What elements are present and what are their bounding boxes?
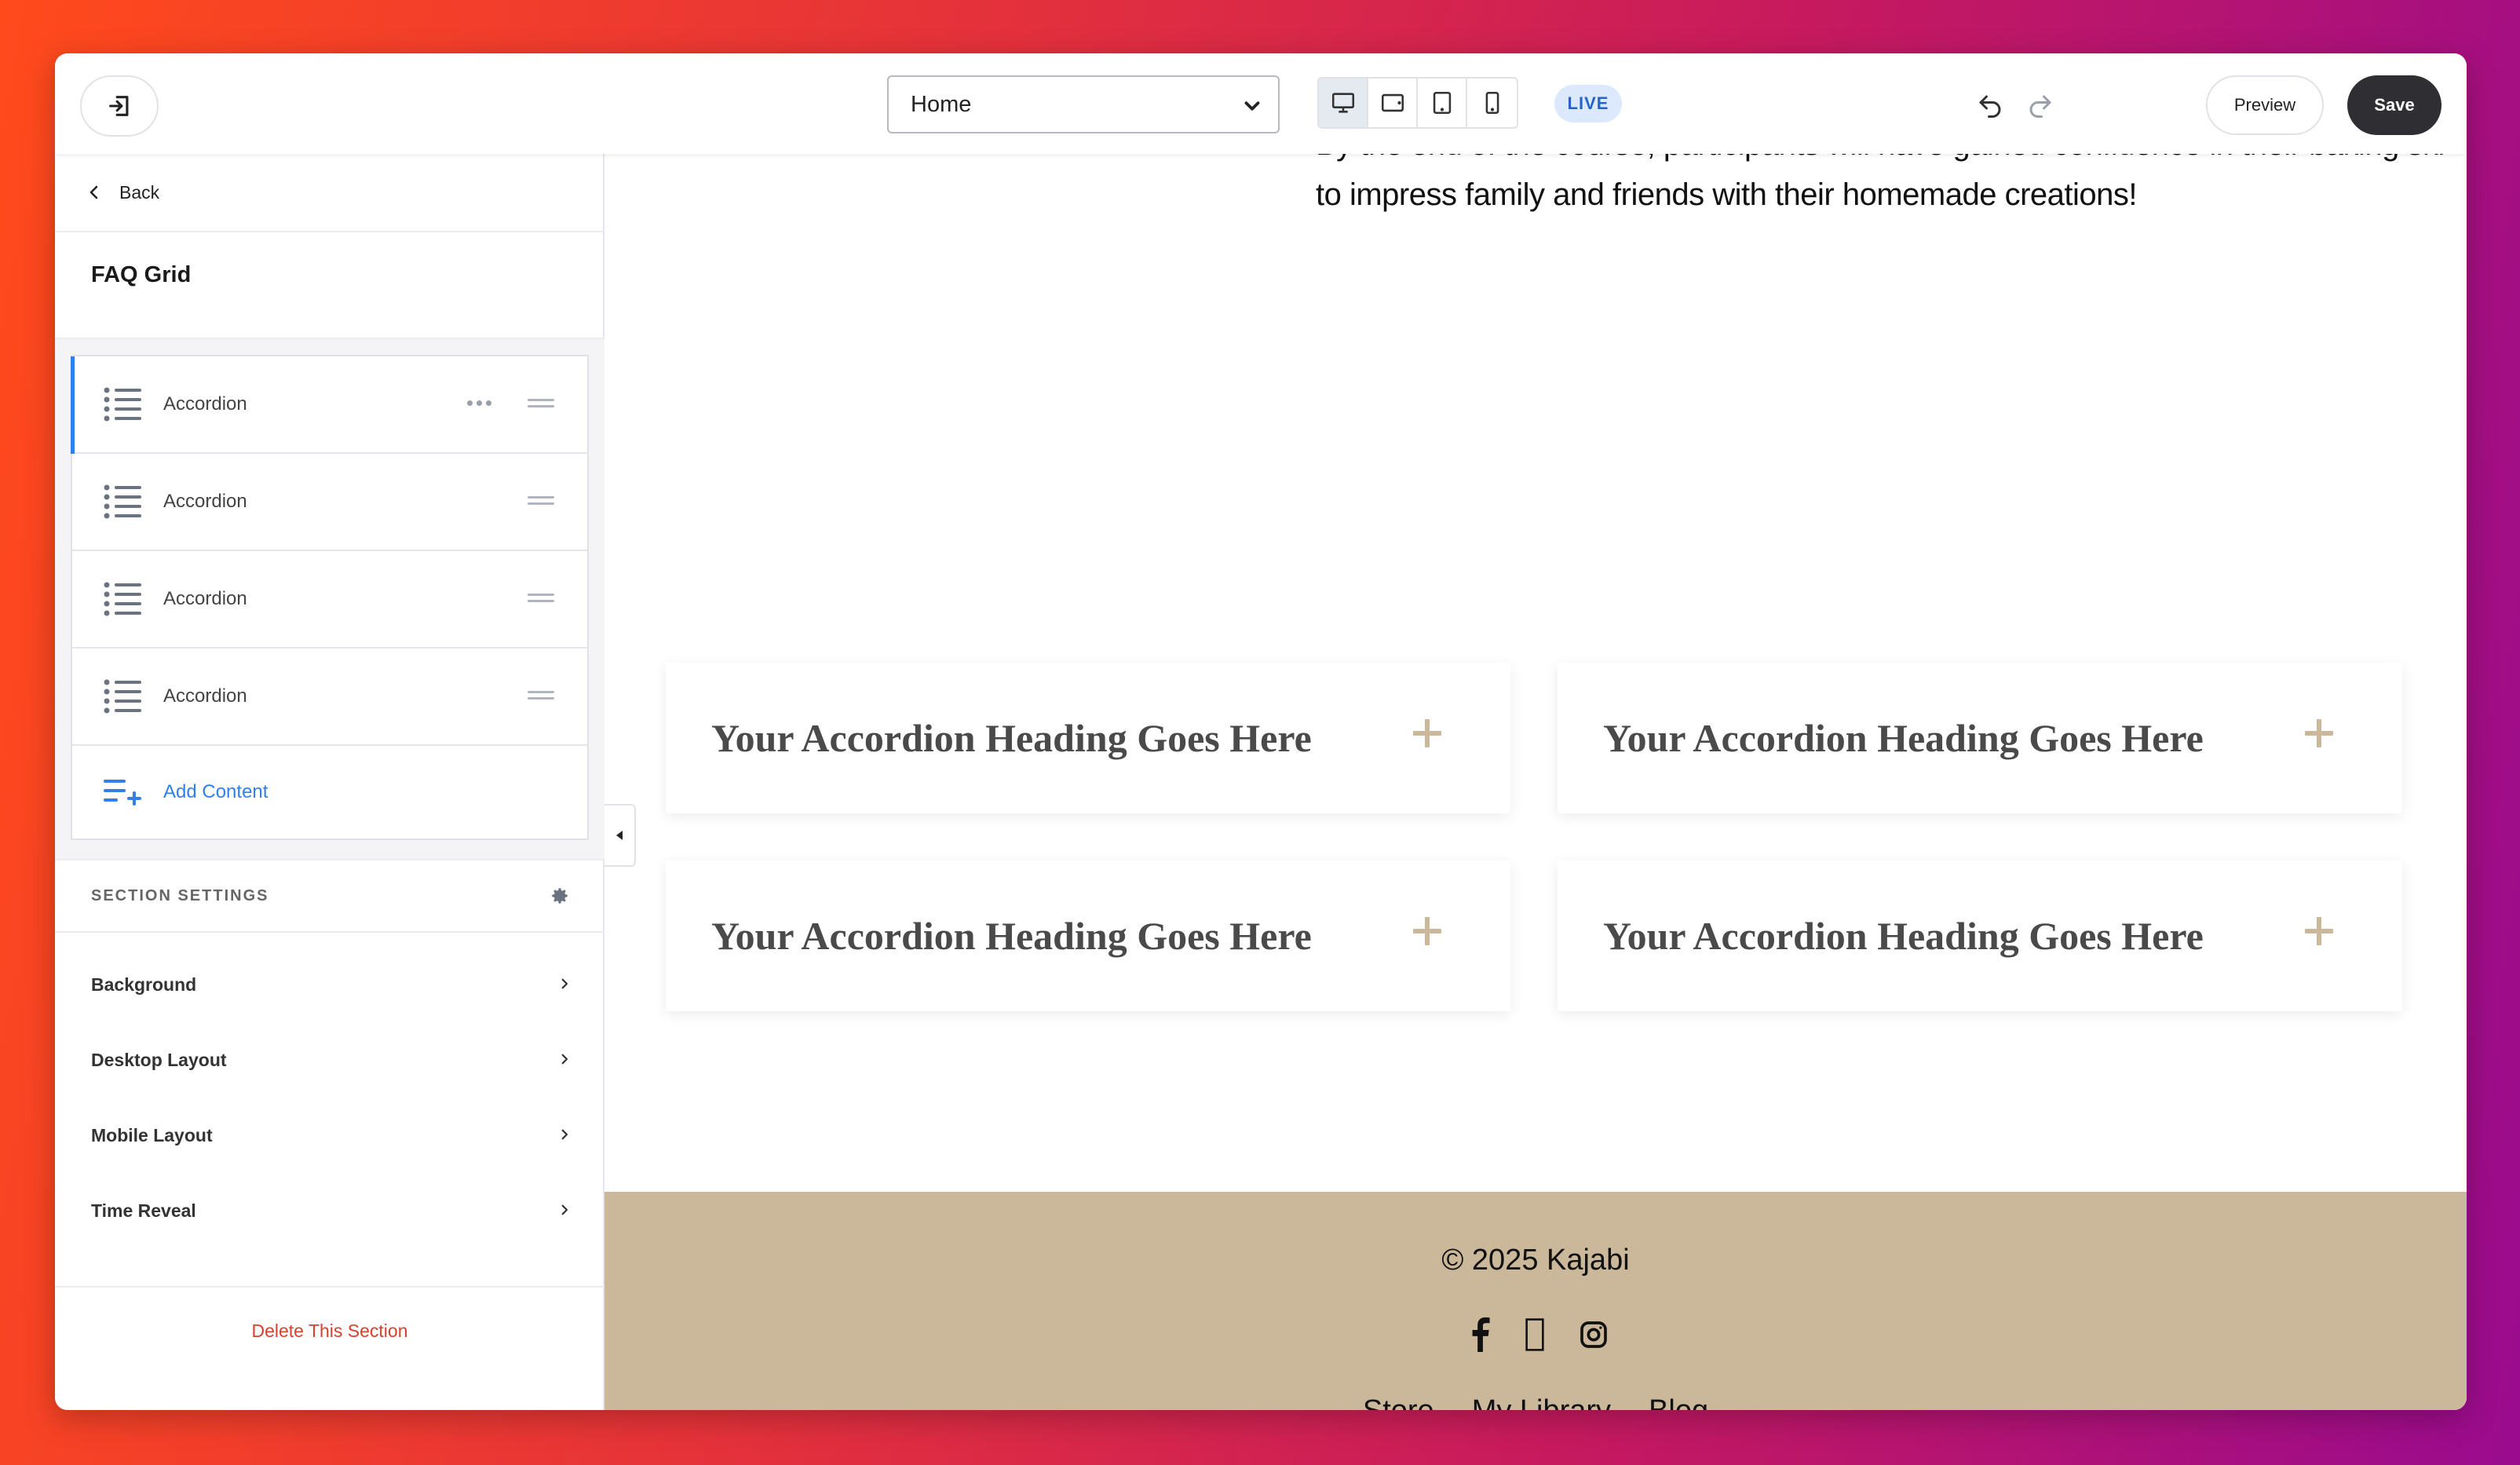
paragraph-line: to impress family and friends with their…	[1316, 177, 2138, 212]
plus-icon[interactable]	[1412, 915, 1443, 947]
plus-icon[interactable]	[1412, 718, 1443, 749]
facebook-icon[interactable]	[1468, 1317, 1492, 1352]
editor-sidebar: Back FAQ Grid Accordion Accordion Accord…	[55, 154, 604, 1410]
block-label: Accordion	[163, 588, 247, 609]
page-selector-value: Home	[911, 91, 972, 117]
faq-accordion-item[interactable]: Your Accordion Heading Goes Here	[1558, 860, 2402, 1011]
redo-button[interactable]	[2021, 86, 2060, 126]
desktop-icon	[1331, 93, 1354, 113]
blocks-panel: Accordion Accordion Accordion Accordion	[55, 338, 604, 860]
plus-icon[interactable]	[2303, 718, 2335, 749]
back-button[interactable]: Back	[55, 154, 604, 232]
block-list: Accordion Accordion Accordion Accordion	[71, 355, 589, 840]
gear-icon[interactable]	[550, 886, 570, 906]
drag-handle-icon[interactable]	[528, 592, 554, 605]
section-settings-header: SECTION SETTINGS	[55, 860, 604, 933]
setting-label: Desktop Layout	[91, 1049, 227, 1070]
mobile-view-button[interactable]	[1467, 79, 1517, 127]
mobile-icon	[1485, 91, 1499, 115]
delete-section-button[interactable]: Delete This Section	[55, 1286, 604, 1374]
tablet-landscape-icon	[1381, 93, 1404, 112]
collapse-sidebar-button[interactable]	[604, 804, 636, 867]
block-label: Accordion	[163, 685, 247, 707]
preview-button[interactable]: Preview	[2206, 75, 2324, 135]
page-selector[interactable]: Home	[887, 75, 1280, 133]
instagram-icon[interactable]	[1578, 1319, 1609, 1350]
editor-window: Home LIVE Preview Save Back FAQ Grid Acc…	[55, 53, 2467, 1410]
drag-handle-icon[interactable]	[528, 495, 554, 507]
section-settings-label: SECTION SETTINGS	[91, 886, 269, 904]
undo-icon	[1979, 95, 2001, 118]
add-content-label: Add Content	[163, 781, 268, 802]
block-item[interactable]: Accordion	[72, 648, 587, 746]
setting-time-reveal[interactable]: Time Reveal	[55, 1173, 604, 1248]
social-links	[1468, 1311, 1609, 1358]
chevron-right-icon	[561, 1204, 568, 1215]
list-icon	[104, 387, 141, 422]
exit-icon	[109, 96, 129, 116]
faq-accordion-item[interactable]: Your Accordion Heading Goes Here	[666, 663, 1510, 813]
accordion-heading: Your Accordion Heading Goes Here	[711, 716, 1312, 760]
plus-icon[interactable]	[2303, 915, 2335, 947]
list-icon	[104, 484, 141, 519]
footer-link-my-library[interactable]: My Library	[1472, 1394, 1611, 1410]
block-item[interactable]: Accordion	[71, 356, 587, 454]
chevron-right-icon	[561, 1129, 568, 1140]
faq-accordion-item[interactable]: Your Accordion Heading Goes Here	[666, 860, 1510, 1011]
chevron-right-icon	[561, 1054, 568, 1065]
block-label: Accordion	[163, 393, 247, 415]
chevron-left-icon	[89, 185, 98, 199]
block-label: Accordion	[163, 491, 247, 512]
redo-icon	[2029, 95, 2051, 118]
desktop-view-button[interactable]	[1319, 79, 1369, 127]
chevron-right-icon	[561, 978, 568, 989]
back-label: Back	[119, 181, 160, 203]
section-title: FAQ Grid	[91, 262, 192, 287]
undo-button[interactable]	[1970, 86, 2010, 126]
laptop-view-button[interactable]	[1368, 79, 1419, 127]
chevron-down-icon	[1244, 101, 1260, 111]
device-toggle-group	[1317, 77, 1518, 129]
setting-label: Background	[91, 974, 197, 995]
footer-nav: Store My Library Blog	[604, 1394, 2467, 1410]
accordion-heading: Your Accordion Heading Goes Here	[711, 914, 1312, 958]
live-status-badge: LIVE	[1554, 85, 1622, 122]
exit-editor-button[interactable]	[80, 75, 159, 137]
footer-link-store[interactable]: Store	[1363, 1394, 1434, 1410]
caret-left-icon	[616, 831, 623, 840]
unknown-social-icon[interactable]	[1525, 1317, 1545, 1352]
list-icon	[104, 679, 141, 714]
save-button[interactable]: Save	[2347, 75, 2441, 135]
faq-accordion-item[interactable]: Your Accordion Heading Goes Here	[1558, 663, 2402, 813]
setting-mobile-layout[interactable]: Mobile Layout	[55, 1098, 604, 1173]
site-footer: © 2025 Kajabi Store My Library Blog	[604, 1192, 2467, 1410]
accordion-heading: Your Accordion Heading Goes Here	[1603, 716, 2204, 760]
page-preview-canvas: By the end of the course, participants w…	[604, 127, 2467, 1410]
tablet-icon	[1433, 91, 1451, 115]
list-icon	[104, 582, 141, 616]
drag-handle-icon[interactable]	[528, 397, 554, 410]
add-content-button[interactable]: Add Content	[72, 746, 587, 838]
delete-section-label: Delete This Section	[251, 1320, 408, 1341]
top-toolbar: Home LIVE Preview Save	[55, 53, 2467, 154]
more-options-icon[interactable]	[467, 400, 491, 406]
footer-link-blog[interactable]: Blog	[1649, 1394, 1708, 1410]
block-item[interactable]: Accordion	[72, 454, 587, 551]
tablet-view-button[interactable]	[1418, 79, 1468, 127]
setting-label: Time Reveal	[91, 1200, 196, 1221]
block-item[interactable]: Accordion	[72, 551, 587, 648]
setting-label: Mobile Layout	[91, 1124, 213, 1145]
add-list-icon	[104, 780, 141, 806]
accordion-heading: Your Accordion Heading Goes Here	[1603, 914, 2204, 958]
setting-background[interactable]: Background	[55, 947, 604, 1022]
drag-handle-icon[interactable]	[528, 689, 554, 702]
setting-desktop-layout[interactable]: Desktop Layout	[55, 1022, 604, 1098]
copyright-text: © 2025 Kajabi	[1441, 1244, 1630, 1277]
